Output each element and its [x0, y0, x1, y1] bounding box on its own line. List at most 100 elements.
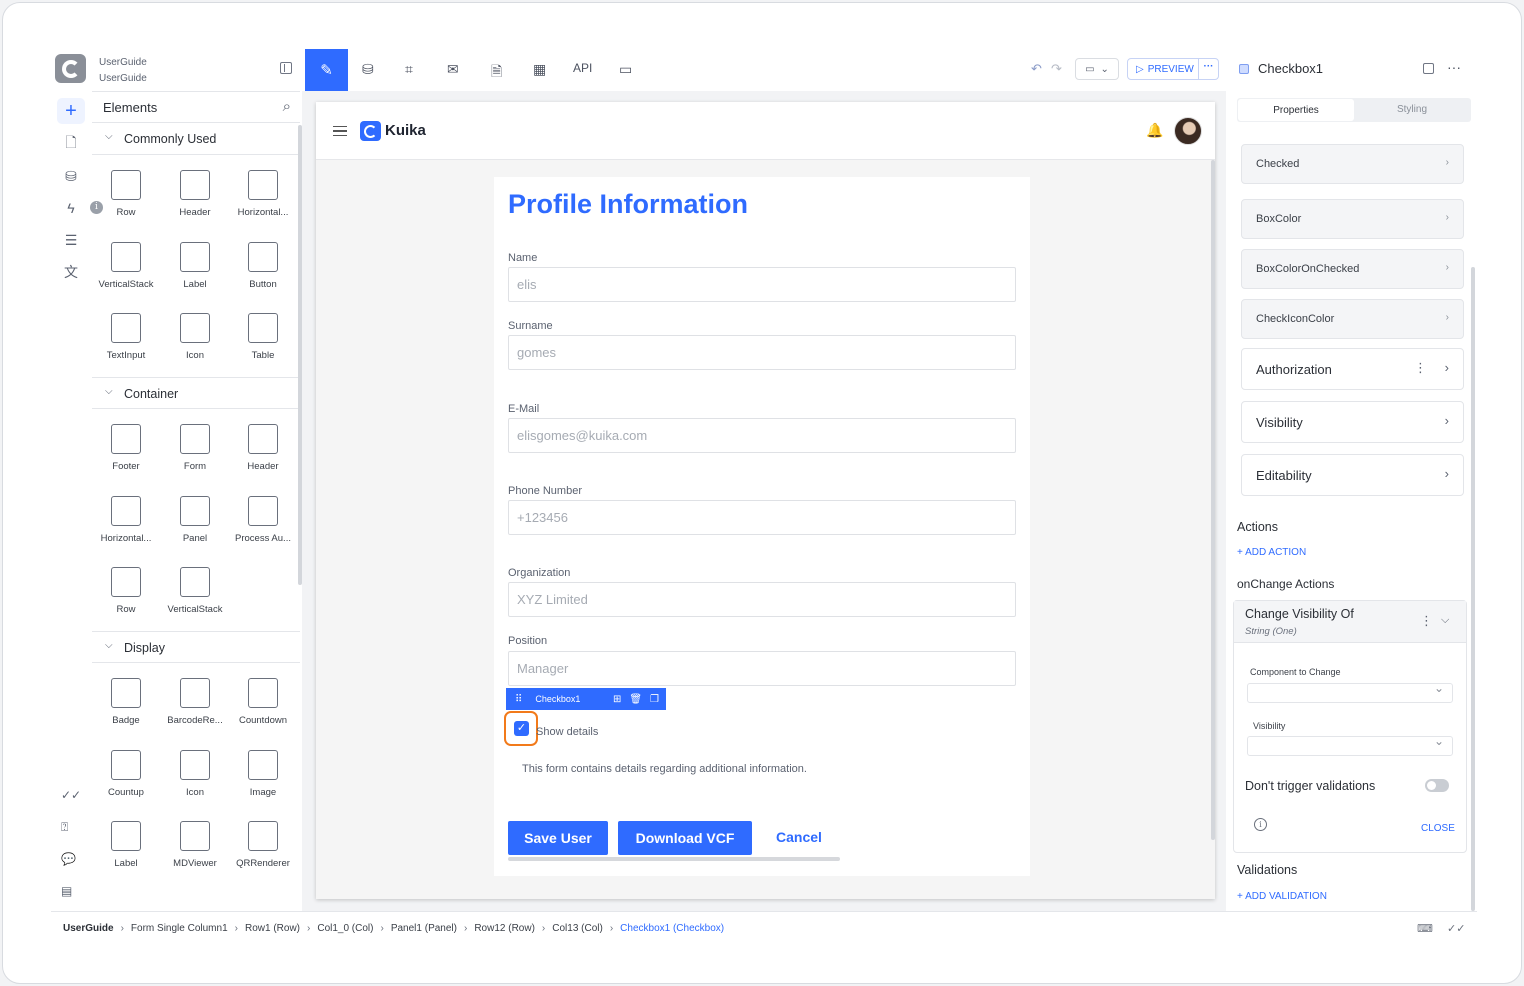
element-horizontal[interactable]: Horizontal...: [229, 170, 297, 218]
action-header[interactable]: Change Visibility Of String (One) ⋮ ⌵: [1234, 601, 1466, 643]
kebab-icon[interactable]: ⋮: [1420, 613, 1433, 629]
add-icon[interactable]: ⊞: [613, 694, 621, 705]
collapse-panel-icon[interactable]: [280, 62, 292, 74]
avatar[interactable]: [1174, 117, 1202, 145]
breadcrumb-item[interactable]: Col1_0 (Col): [317, 923, 373, 934]
bell-icon[interactable]: 🔔: [1146, 122, 1163, 139]
page-icon[interactable]: 🗋: [57, 131, 85, 157]
redo-icon[interactable]: ↷: [1051, 61, 1062, 77]
name-input[interactable]: elis: [508, 267, 1016, 302]
email-icon[interactable]: ✉: [447, 61, 459, 78]
info-icon[interactable]: i: [1254, 818, 1267, 831]
element-verticalstack[interactable]: VerticalStack: [92, 241, 160, 290]
drag-handle-icon[interactable]: ⠿: [515, 694, 522, 705]
element-horizontal[interactable]: Horizontal...: [92, 495, 160, 544]
trash-icon[interactable]: 🗑: [629, 694, 642, 705]
docs-icon[interactable]: ▤: [61, 884, 72, 898]
collapse-panel-icon[interactable]: [1423, 63, 1434, 74]
api-button[interactable]: API: [573, 61, 592, 75]
preview-more-button[interactable]: ···: [1198, 58, 1218, 80]
kebab-icon[interactable]: ⋮: [1414, 360, 1427, 376]
element-label[interactable]: Label: [161, 241, 229, 290]
check-all-icon[interactable]: ✓✓: [61, 788, 81, 802]
download-vcf-button[interactable]: Download VCF: [618, 821, 752, 855]
close-action-button[interactable]: CLOSE: [1421, 823, 1455, 834]
prop-checked[interactable]: Checked ›: [1241, 144, 1464, 184]
tab-styling[interactable]: Styling: [1354, 98, 1470, 122]
element-process-au[interactable]: Process Au...: [229, 495, 297, 544]
screen-icon[interactable]: ▭: [619, 61, 632, 78]
surname-input[interactable]: gomes: [508, 335, 1016, 370]
add-action-link[interactable]: + ADD ACTION: [1237, 547, 1306, 558]
element-countdown[interactable]: Countdown: [229, 678, 297, 726]
preview-button[interactable]: ▷ PREVIEW ···: [1127, 58, 1219, 80]
section-authorization[interactable]: Authorization ⋮ ›: [1241, 348, 1464, 390]
breadcrumb-item[interactable]: UserGuide: [63, 923, 114, 934]
component-to-change-select[interactable]: [1247, 681, 1453, 703]
check-all-icon[interactable]: ✓✓: [1447, 922, 1465, 935]
element-countup[interactable]: Countup: [92, 749, 160, 798]
breadcrumb-item[interactable]: Row1 (Row): [245, 923, 300, 934]
checkbox-label[interactable]: Show details: [536, 726, 598, 738]
position-input[interactable]: Manager: [508, 651, 1016, 686]
element-row[interactable]: Row: [92, 567, 160, 615]
breadcrumb-item[interactable]: Panel1 (Panel): [391, 923, 457, 934]
element-table[interactable]: Table: [229, 313, 297, 361]
properties-scrollbar[interactable]: [1471, 267, 1475, 911]
canvas-scrollbar[interactable]: [1211, 160, 1215, 840]
element-badge[interactable]: Badge: [92, 678, 160, 726]
element-button[interactable]: Button: [229, 241, 297, 290]
section-commonly-used[interactable]: ⌵ Commonly Used: [92, 123, 300, 155]
document-icon[interactable]: 🗎: [491, 61, 502, 85]
section-display[interactable]: ⌵ Display: [92, 631, 300, 663]
design-tool-icon[interactable]: ✎: [305, 49, 348, 91]
form-title[interactable]: Profile Information: [508, 189, 748, 220]
device-select[interactable]: ▭ ⌄: [1075, 58, 1119, 80]
buttons-scrollbar[interactable]: [508, 857, 840, 861]
breadcrumb-item[interactable]: Form Single Column1: [131, 923, 228, 934]
element-verticalstack[interactable]: VerticalStack: [161, 567, 229, 615]
add-element-icon[interactable]: +: [57, 98, 85, 124]
search-icon[interactable]: ⌕: [283, 98, 291, 115]
visibility-select[interactable]: [1247, 734, 1453, 756]
element-header[interactable]: Header: [229, 424, 297, 472]
element-label[interactable]: Label: [92, 821, 160, 869]
save-user-button[interactable]: Save User: [508, 821, 608, 855]
copy-icon[interactable]: ❐: [650, 694, 659, 705]
breadcrumb-item[interactable]: Checkbox1 (Checkbox): [620, 923, 724, 934]
calendar-icon[interactable]: ▦: [533, 61, 546, 78]
element-icon[interactable]: Icon: [161, 749, 229, 798]
dont-trigger-validations-toggle[interactable]: [1425, 779, 1449, 792]
workflow-icon[interactable]: ⌗: [405, 61, 413, 78]
element-row[interactable]: Row: [92, 170, 160, 218]
section-editability[interactable]: Editability ›: [1241, 454, 1464, 496]
keyboard-icon[interactable]: ⌨: [1417, 922, 1433, 935]
email-input[interactable]: elisgomes@kuika.com: [508, 418, 1016, 453]
cancel-button[interactable]: Cancel: [776, 829, 822, 845]
help-icon[interactable]: ⍰: [61, 820, 68, 835]
database-icon[interactable]: ⛁: [57, 163, 85, 189]
element-header[interactable]: Header: [161, 170, 229, 218]
element-image[interactable]: Image: [229, 749, 297, 798]
chevron-down-icon[interactable]: ⌵: [1441, 614, 1449, 627]
element-qrrenderer[interactable]: QRRenderer: [229, 821, 297, 869]
action-bolt-icon[interactable]: ϟ: [57, 195, 85, 221]
tab-properties[interactable]: Properties: [1238, 99, 1354, 121]
more-icon[interactable]: ···: [1447, 59, 1461, 75]
phone-input[interactable]: +123456: [508, 500, 1016, 535]
prop-checkiconcolor[interactable]: CheckIconColor ›: [1241, 299, 1464, 339]
element-icon[interactable]: Icon: [161, 313, 229, 361]
organization-input[interactable]: XYZ Limited: [508, 582, 1016, 617]
breadcrumb-item[interactable]: Col13 (Col): [552, 923, 603, 934]
list-icon[interactable]: ☰: [57, 227, 85, 253]
menu-icon[interactable]: [333, 126, 347, 136]
section-visibility[interactable]: Visibility ›: [1241, 401, 1464, 443]
element-form[interactable]: Form: [161, 424, 229, 472]
undo-icon[interactable]: ↶: [1031, 61, 1042, 77]
breadcrumb-item[interactable]: Row12 (Row): [474, 923, 535, 934]
element-textinput[interactable]: TextInput: [92, 313, 160, 361]
prop-boxcoloronchecked[interactable]: BoxColorOnChecked ›: [1241, 249, 1464, 289]
element-mdviewer[interactable]: MDViewer: [161, 821, 229, 869]
add-validation-link[interactable]: + ADD VALIDATION: [1237, 891, 1327, 902]
element-panel[interactable]: Panel: [161, 495, 229, 544]
